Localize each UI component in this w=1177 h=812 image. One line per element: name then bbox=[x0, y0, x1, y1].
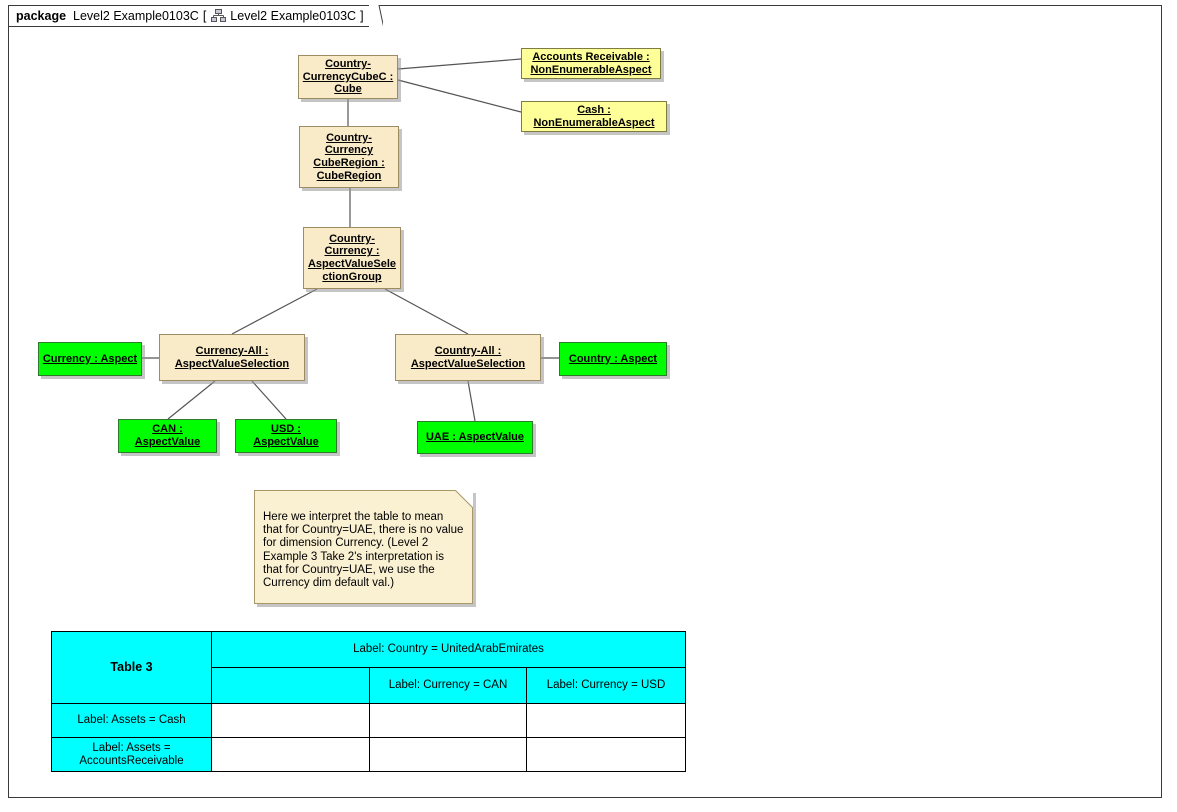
class-node-usd-aspectvalue[interactable]: USD : AspectValue bbox=[235, 419, 337, 453]
class-node-country-aspect[interactable]: Country : Aspect bbox=[559, 342, 667, 376]
table-cell bbox=[526, 703, 686, 738]
package-name: Level2 Example0103C bbox=[73, 9, 199, 23]
class-node-country-currency-cuberegion[interactable]: Country-Currency CubeRegion : CubeRegion bbox=[299, 126, 399, 188]
class-node-label: UAE : AspectValue bbox=[425, 431, 524, 444]
class-node-country-currency-avsg[interactable]: Country-Currency : AspectValueSelectionG… bbox=[303, 227, 401, 289]
class-node-country-all-avs[interactable]: Country-All : AspectValueSelection bbox=[395, 334, 541, 381]
example-table: Table 3 Label: Country = UnitedArabEmira… bbox=[51, 631, 686, 772]
class-node-label: Country-Currency CubeRegion : CubeRegion bbox=[313, 131, 385, 182]
class-node-accounts-receivable[interactable]: Accounts Receivable : NonEnumerableAspec… bbox=[521, 48, 661, 79]
class-node-label: Country-All : AspectValueSelection bbox=[410, 344, 526, 370]
class-node-currency-aspect[interactable]: Currency : Aspect bbox=[38, 342, 142, 376]
class-node-label: CAN : AspectValue bbox=[134, 423, 201, 448]
bracket-close: ] bbox=[360, 9, 364, 23]
table-cell bbox=[211, 737, 370, 772]
table-row-header-cash: Label: Assets = Cash bbox=[51, 703, 212, 738]
table-cell bbox=[369, 703, 527, 738]
note-fold-icon bbox=[455, 490, 473, 508]
class-node-can-aspectvalue[interactable]: CAN : AspectValue bbox=[118, 419, 217, 453]
class-node-uae-aspectvalue[interactable]: UAE : AspectValue bbox=[417, 421, 533, 454]
class-node-label: Currency : Aspect bbox=[42, 352, 138, 365]
table-empty-header bbox=[211, 667, 370, 704]
note-text: Here we interpret the table to mean that… bbox=[263, 511, 464, 590]
package-keyword: package bbox=[16, 9, 67, 23]
class-node-label: Country : Aspect bbox=[568, 352, 658, 365]
table-row: Label: Assets = AccountsReceivable bbox=[51, 737, 686, 772]
class-node-label: Country-CurrencyCubeC : Cube bbox=[302, 58, 394, 96]
table-cell bbox=[526, 737, 686, 772]
table-cell bbox=[211, 703, 370, 738]
class-node-label: Accounts Receivable : NonEnumerableAspec… bbox=[530, 50, 652, 76]
table-row-header-1: Table 3 Label: Country = UnitedArabEmira… bbox=[51, 631, 686, 704]
table-corner-label: Table 3 bbox=[51, 631, 212, 704]
table-row: Label: Assets = Cash bbox=[51, 703, 686, 738]
class-node-currency-all-avs[interactable]: Currency-All : AspectValueSelection bbox=[159, 334, 305, 381]
table-row-header-accountsreceivable: Label: Assets = AccountsReceivable bbox=[51, 737, 212, 772]
package-tab-slant bbox=[368, 5, 383, 28]
class-diagram-icon bbox=[211, 9, 227, 23]
class-node-country-currency-cube[interactable]: Country-CurrencyCubeC : Cube bbox=[298, 55, 398, 99]
package-header: package Level2 Example0103C [ Level2 Exa… bbox=[8, 5, 371, 27]
class-node-label: USD : AspectValue bbox=[253, 423, 319, 448]
class-node-label: Country-Currency : AspectValueSelectionG… bbox=[307, 232, 397, 283]
package-tab-name: Level2 Example0103C bbox=[230, 9, 357, 23]
table-currency-header-can: Label: Currency = CAN bbox=[369, 667, 527, 704]
class-node-label: Currency-All : AspectValueSelection bbox=[174, 344, 290, 370]
class-node-label: Cash : NonEnumerableAspect bbox=[533, 103, 655, 129]
note-box: Here we interpret the table to mean that… bbox=[254, 490, 473, 604]
table-country-header: Label: Country = UnitedArabEmirates bbox=[211, 631, 686, 668]
table-cell bbox=[369, 737, 527, 772]
bracket-open: [ bbox=[202, 9, 207, 23]
class-node-cash[interactable]: Cash : NonEnumerableAspect bbox=[521, 101, 667, 132]
table-currency-header-usd: Label: Currency = USD bbox=[526, 667, 686, 704]
